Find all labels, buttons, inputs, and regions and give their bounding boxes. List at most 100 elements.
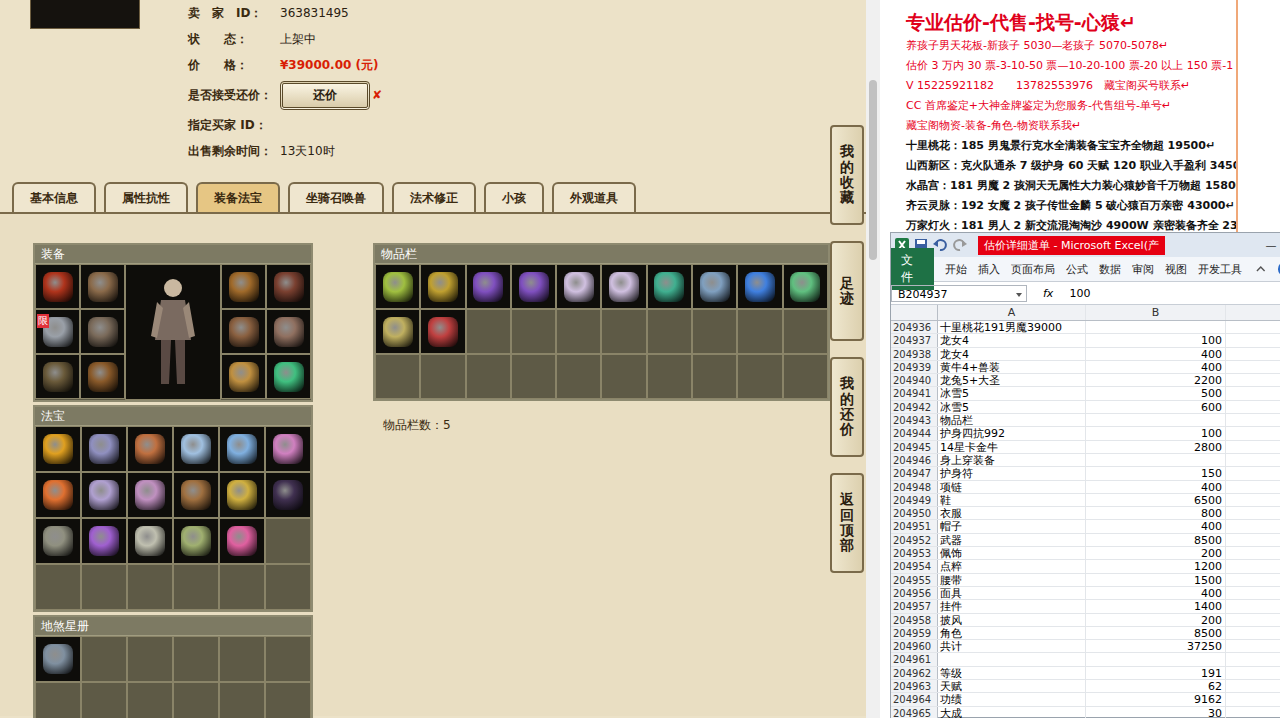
cell[interactable]: 150 — [1086, 467, 1226, 479]
cell[interactable]: 功绩 — [938, 693, 1086, 705]
side-button[interactable]: 我的收藏 — [830, 125, 864, 225]
disha-slot[interactable] — [35, 636, 81, 682]
bag-slot[interactable] — [375, 264, 420, 309]
close-mark[interactable]: ✘ — [372, 88, 382, 102]
row-number[interactable]: 204957 — [891, 600, 938, 612]
bag-slot[interactable] — [511, 309, 556, 354]
cell[interactable]: 1500 — [1086, 574, 1226, 586]
equipment-slot[interactable] — [221, 264, 266, 309]
equipment-slot[interactable] — [80, 264, 125, 309]
bag-slot[interactable] — [375, 354, 420, 399]
tab[interactable]: 基本信息 — [12, 182, 96, 212]
row-number[interactable]: 204941 — [891, 387, 938, 399]
bag-slot[interactable] — [511, 354, 556, 399]
cell[interactable]: 角色 — [938, 627, 1086, 639]
bag-slot[interactable] — [647, 309, 692, 354]
cell[interactable]: 物品栏 — [938, 414, 1086, 426]
disha-slot[interactable] — [35, 682, 81, 718]
cell[interactable]: 200 — [1086, 614, 1226, 626]
fabao-slot[interactable] — [265, 518, 311, 564]
ribbon-tab[interactable]: 开发工具 — [1198, 262, 1242, 277]
bag-slot[interactable] — [647, 264, 692, 309]
cell[interactable]: 9162 — [1086, 693, 1226, 705]
fabao-slot[interactable] — [173, 564, 219, 610]
cell[interactable]: 龙兔5+大圣 — [938, 374, 1086, 386]
disha-slot[interactable] — [219, 682, 265, 718]
cell[interactable] — [1086, 321, 1226, 333]
fabao-slot[interactable] — [219, 472, 265, 518]
cell[interactable]: 身上穿装备 — [938, 454, 1086, 466]
cell[interactable]: 1400 — [1086, 600, 1226, 612]
bag-slot[interactable] — [737, 354, 782, 399]
undo-icon[interactable] — [932, 238, 948, 252]
fabao-slot[interactable] — [81, 518, 127, 564]
disha-slot[interactable] — [127, 636, 173, 682]
scroll-thumb[interactable] — [869, 80, 877, 260]
tab[interactable]: 装备法宝 — [196, 182, 280, 212]
tab[interactable]: 外观道具 — [552, 182, 636, 212]
cell[interactable]: 6500 — [1086, 494, 1226, 506]
cell[interactable]: 2800 — [1086, 441, 1226, 453]
cell[interactable]: 冰雪5 — [938, 387, 1086, 399]
fabao-slot[interactable] — [265, 472, 311, 518]
fabao-slot[interactable] — [35, 472, 81, 518]
bag-slot[interactable] — [466, 354, 511, 399]
fabao-slot[interactable] — [219, 518, 265, 564]
cell[interactable]: 龙女4 — [938, 334, 1086, 346]
cell[interactable]: 点粹 — [938, 560, 1086, 572]
cell[interactable]: 腰带 — [938, 574, 1086, 586]
cell[interactable]: 挂件 — [938, 600, 1086, 612]
equipment-slot[interactable] — [221, 354, 266, 399]
disha-slot[interactable] — [265, 636, 311, 682]
side-button[interactable]: 足迹 — [830, 241, 864, 341]
cell[interactable]: 项链 — [938, 481, 1086, 493]
bag-slot[interactable] — [556, 309, 601, 354]
cell[interactable]: 武器 — [938, 534, 1086, 546]
cell[interactable]: 护身符 — [938, 467, 1086, 479]
bag-slot[interactable] — [420, 354, 465, 399]
cell[interactable]: 帽子 — [938, 520, 1086, 532]
equipment-slot[interactable] — [35, 354, 80, 399]
fabao-slot[interactable] — [127, 426, 173, 472]
row-number[interactable]: 204939 — [891, 361, 938, 373]
equipment-slot[interactable] — [266, 264, 311, 309]
row-number[interactable]: 204965 — [891, 707, 938, 718]
bag-slot[interactable] — [511, 264, 556, 309]
cell[interactable]: 100 — [1086, 427, 1226, 439]
disha-slot[interactable] — [219, 636, 265, 682]
row-number[interactable]: 204956 — [891, 587, 938, 599]
help-button[interactable]: ? — [1278, 262, 1280, 276]
ribbon-tab[interactable]: 页面布局 — [1011, 262, 1055, 277]
equipment-slot[interactable] — [80, 309, 125, 354]
bag-slot[interactable] — [556, 264, 601, 309]
disha-slot[interactable] — [173, 682, 219, 718]
ribbon-tab[interactable]: 视图 — [1165, 262, 1187, 277]
tab[interactable]: 坐骑召唤兽 — [288, 182, 384, 212]
cell[interactable]: 面具 — [938, 587, 1086, 599]
bag-slot[interactable] — [420, 309, 465, 354]
row-number[interactable]: 204942 — [891, 401, 938, 413]
fx-label[interactable]: fx — [1033, 287, 1063, 300]
cell[interactable]: 大成 — [938, 707, 1086, 718]
row-number[interactable]: 204944 — [891, 427, 938, 439]
row-number[interactable]: 204943 — [891, 414, 938, 426]
bag-slot[interactable] — [737, 309, 782, 354]
cell[interactable]: 191 — [1086, 667, 1226, 679]
fabao-slot[interactable] — [127, 564, 173, 610]
row-number[interactable]: 204938 — [891, 348, 938, 360]
cell[interactable]: 400 — [1086, 587, 1226, 599]
row-number[interactable]: 204963 — [891, 680, 938, 692]
cell[interactable]: 8500 — [1086, 627, 1226, 639]
cell[interactable]: 十里桃花191男魔39000 — [938, 321, 1086, 333]
disha-slot[interactable] — [81, 636, 127, 682]
tab[interactable]: 法术修正 — [392, 182, 476, 212]
row-number[interactable]: 204940 — [891, 374, 938, 386]
cell[interactable]: 天赋 — [938, 680, 1086, 692]
bag-slot[interactable] — [692, 309, 737, 354]
equipment-slot[interactable]: 限 — [35, 309, 80, 354]
cell[interactable] — [1086, 454, 1226, 466]
cell[interactable]: 600 — [1086, 401, 1226, 413]
row-number[interactable]: 204959 — [891, 627, 938, 639]
cell[interactable]: 披风 — [938, 614, 1086, 626]
fabao-slot[interactable] — [35, 518, 81, 564]
